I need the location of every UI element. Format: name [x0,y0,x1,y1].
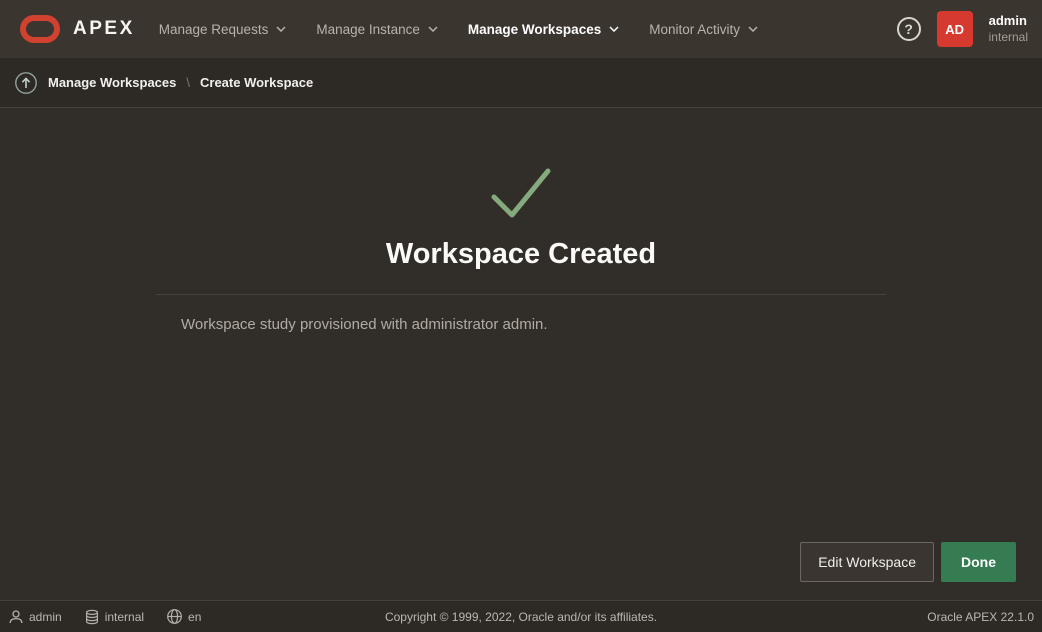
chevron-down-icon [428,26,438,32]
nav-manage-instance[interactable]: Manage Instance [316,22,438,37]
footer-language: en [166,608,201,625]
provision-message: Workspace study provisioned with adminis… [181,316,861,333]
footer-user-label: admin [29,610,62,624]
footer: admin internal en Copyright © 1999, 2022… [0,600,1042,632]
chevron-down-icon [748,26,758,32]
footer-instance-label: internal [105,610,144,624]
nav-label: Manage Requests [159,22,269,37]
nav-label: Manage Instance [316,22,420,37]
top-navigation-bar: APEX Manage Requests Manage Instance Man… [0,0,1042,58]
brand-name: APEX [73,18,135,40]
brand-home-link[interactable]: APEX [20,15,135,43]
chevron-down-icon [276,26,286,32]
nav-manage-requests[interactable]: Manage Requests [159,22,287,37]
primary-nav: Manage Requests Manage Instance Manage W… [159,22,758,37]
nav-monitor-activity[interactable]: Monitor Activity [649,22,758,37]
header-actions: ? AD admin internal [897,11,1028,47]
help-icon[interactable]: ? [897,17,921,41]
footer-instance: internal [84,609,144,625]
globe-icon [166,608,183,625]
version-label: Oracle APEX 22.1.0 [927,610,1034,624]
person-icon [8,609,24,625]
edit-workspace-button[interactable]: Edit Workspace [800,542,934,582]
chevron-down-icon [609,26,619,32]
footer-language-label: en [188,610,201,624]
button-bar: Edit Workspace Done [800,542,1016,582]
breadcrumb-manage-workspaces[interactable]: Manage Workspaces [48,75,176,90]
page-title: Workspace Created [0,238,1042,271]
user-menu[interactable]: admin internal [989,13,1028,44]
footer-status: admin internal en [8,608,201,625]
oracle-logo-icon [20,15,60,43]
result-region: Workspace study provisioned with adminis… [156,294,886,333]
user-instance: internal [989,30,1028,45]
footer-user: admin [8,609,62,625]
breadcrumb: Manage Workspaces \ Create Workspace [0,58,1042,108]
database-icon [84,609,100,625]
success-block: Workspace Created [0,108,1042,271]
done-button[interactable]: Done [941,542,1016,582]
nav-label: Manage Workspaces [468,22,601,37]
success-checkmark-icon [489,165,553,223]
main-content: Workspace Created Workspace study provis… [0,108,1042,600]
breadcrumb-separator: \ [186,75,190,90]
up-arrow-icon[interactable] [14,71,38,95]
avatar[interactable]: AD [937,11,973,47]
nav-manage-workspaces[interactable]: Manage Workspaces [468,22,619,37]
breadcrumb-create-workspace: Create Workspace [200,75,313,90]
nav-label: Monitor Activity [649,22,740,37]
user-name: admin [989,13,1028,29]
